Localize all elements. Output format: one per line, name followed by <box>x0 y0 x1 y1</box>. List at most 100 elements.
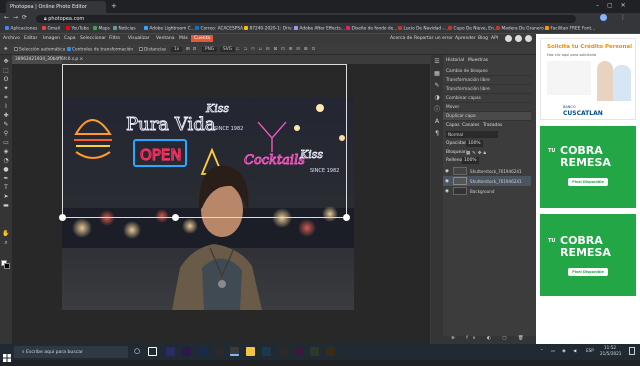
clock-time[interactable]: 11:52 <box>604 345 616 350</box>
png-button[interactable]: PNG <box>202 47 218 52</box>
history-item[interactable]: Mover <box>443 103 531 112</box>
photoshop-taskbar-icon[interactable] <box>198 347 207 356</box>
transform-handle-corner[interactable] <box>343 214 350 221</box>
bookmark-item[interactable]: Madera De Granero... <box>496 26 548 32</box>
history-panel-icon[interactable]: ☰ <box>433 58 441 65</box>
url-input[interactable]: 🔒︎ photopea.com <box>36 15 576 23</box>
bookmark-item[interactable]: YouTube <box>66 26 89 32</box>
zoom-tool-icon[interactable]: ⌕ <box>2 239 10 246</box>
svg-button[interactable]: SVG <box>220 47 235 52</box>
css-panel-icon[interactable]: ¶ <box>433 130 441 137</box>
menu-api[interactable]: API <box>491 36 498 41</box>
menu-cuenta[interactable]: Cuenta <box>191 35 214 42</box>
menu-acerca[interactable]: Acerca de <box>390 36 412 41</box>
background-color-swatch[interactable] <box>4 263 10 269</box>
layer-row[interactable]: ◉ Background <box>443 186 531 196</box>
ad-remesa-cta[interactable]: Pixel Disponible <box>568 178 608 186</box>
eraser-tool-icon[interactable]: ▭ <box>2 139 10 146</box>
menu-mas[interactable]: Más <box>179 36 188 41</box>
tab-muestras[interactable]: Muestras <box>468 58 488 63</box>
paint-bucket-icon[interactable]: ◈ <box>2 148 10 155</box>
eye-icon[interactable]: ◉ <box>445 179 449 184</box>
layer-row-selected[interactable]: ◉ Shutterstock_761946241 <box>443 176 531 186</box>
system-tray-icons[interactable]: ⌃ ▭ ◉ ◀ <box>540 348 579 353</box>
premiere-taskbar-icon[interactable] <box>182 347 191 356</box>
character-panel-icon[interactable]: A <box>433 118 441 125</box>
taskbar-search-input[interactable]: ⌕ Escribe aquí para buscar <box>14 346 128 358</box>
ad-remesa-2[interactable]: TU COBRA REMESA Pixel Disponible <box>540 214 636 296</box>
menu-visualizar[interactable]: Visualizar <box>128 36 150 41</box>
blend-mode-select[interactable]: Normal <box>446 131 498 138</box>
language-indicator[interactable]: ESP <box>586 348 594 353</box>
brush-panel-icon[interactable]: ✎ <box>433 82 441 89</box>
tab-capas[interactable]: Capas <box>446 123 460 128</box>
ad-credito[interactable]: Solicita tu Crédito Personal Haz clic aq… <box>540 38 636 120</box>
history-item[interactable]: Cambio de bloqueo <box>443 67 531 76</box>
transform-handle-corner-left[interactable] <box>59 214 66 221</box>
magic-wand-icon[interactable]: ✦ <box>2 85 10 92</box>
transform-handle-bottom[interactable] <box>172 214 179 221</box>
app-taskbar-icon[interactable] <box>326 347 335 356</box>
transform-controls-checkbox[interactable]: Controles de transformación <box>67 47 133 53</box>
crop-tool-icon[interactable]: ⌗ <box>2 94 10 101</box>
notifications-icon[interactable] <box>629 347 635 355</box>
zoom-select[interactable]: 1x <box>171 47 183 52</box>
tab-historial[interactable]: Historial <box>446 58 464 63</box>
bookmark-item[interactable]: Correo: ACACESPSA... <box>195 26 247 32</box>
move-tool-icon[interactable]: ✥ <box>4 47 8 52</box>
document-tab[interactable]: 38963421934_30b4ff6fc0.s.p × <box>12 55 83 64</box>
new-tab-button[interactable]: + <box>111 2 117 10</box>
ad-remesa-1[interactable]: TU COBRA REMESA Pixel Disponible <box>540 126 636 208</box>
history-item[interactable]: Transformación libre <box>443 85 531 94</box>
bookmark-item[interactable]: 87240-2020-1: Driv... <box>244 26 295 32</box>
clock-date[interactable]: 21/5/2021 <box>600 351 621 356</box>
cortana-icon[interactable]: ○ <box>134 347 143 356</box>
bookmark-item[interactable]: Lucio De Navidad -... <box>398 26 448 32</box>
clone-stamp-icon[interactable]: ⚲ <box>2 130 10 137</box>
align-buttons[interactable]: ⊞⊡ <box>186 47 199 52</box>
bookmark-item[interactable]: Maps <box>93 26 110 32</box>
dodge-tool-icon[interactable]: ● <box>2 166 10 173</box>
profile-avatar[interactable] <box>600 14 607 21</box>
pen-tool-icon[interactable]: ✒ <box>2 175 10 182</box>
info-panel-icon[interactable]: ⓘ <box>433 106 441 113</box>
transform-bounding-box[interactable] <box>62 64 347 218</box>
lightroom-taskbar-icon[interactable] <box>262 347 271 356</box>
adjustments-panel-icon[interactable]: ◑ <box>433 94 441 101</box>
menu-kebab-icon[interactable]: ⋮ <box>620 14 626 21</box>
window-controls[interactable]: –▢✕ <box>596 2 634 9</box>
menu-capa[interactable]: Capa <box>64 36 76 41</box>
auto-select-checkbox[interactable]: Selección automática <box>14 47 65 53</box>
bookmark-item[interactable]: Adobe After Effects... <box>294 26 345 32</box>
facebook-icon[interactable] <box>525 35 532 42</box>
layer-actions-bar[interactable]: ⊕ fx ◐ ▢ 🗑︎ <box>443 336 536 344</box>
file-explorer-taskbar-icon[interactable] <box>246 347 255 356</box>
fill-input[interactable]: 100% <box>462 157 479 164</box>
path-select-icon[interactable]: ➤ <box>2 193 10 200</box>
brush-tool-icon[interactable]: ✎ <box>2 121 10 128</box>
nav-buttons[interactable]: ←→⟳ <box>4 14 31 21</box>
layer-row[interactable]: ◉ Shutterstock_761946241 <box>443 166 531 176</box>
menu-imagen[interactable]: Imagen <box>43 36 60 41</box>
distances-checkbox[interactable]: Distancias <box>139 47 166 53</box>
menu-filtro[interactable]: Filtro <box>109 36 120 41</box>
lasso-tool-icon[interactable]: ʘ <box>2 76 10 83</box>
chrome-taskbar-icon-active[interactable] <box>230 347 239 356</box>
app-taskbar-icon[interactable] <box>310 347 319 356</box>
eye-icon[interactable]: ◉ <box>445 189 449 194</box>
history-item-active[interactable]: Duplicar capa <box>443 112 531 121</box>
lock-icons[interactable]: ▦✎✥🔒︎ <box>466 150 488 156</box>
menu-seleccionar[interactable]: Seleccionar <box>80 36 106 41</box>
marquee-tool-icon[interactable]: ⬚ <box>2 67 10 74</box>
menu-archivo[interactable]: Archivo <box>3 36 20 41</box>
bookmark-item[interactable]: Cupo De Nieve, En... <box>448 26 498 32</box>
healing-brush-icon[interactable]: ✚ <box>2 112 10 119</box>
task-view-icon[interactable] <box>148 347 157 356</box>
bookmark-item[interactable]: Adobe Lightroom C... <box>144 26 195 32</box>
bookmark-item[interactable]: Gmail <box>42 26 60 32</box>
reddit-icon[interactable] <box>505 35 512 42</box>
windows-start-icon[interactable] <box>3 347 11 362</box>
menu-aprender[interactable]: Aprender <box>455 36 476 41</box>
menu-reportar[interactable]: Reportar un error <box>414 36 453 41</box>
bookmark-item[interactable]: Aplicaciones <box>5 26 37 32</box>
